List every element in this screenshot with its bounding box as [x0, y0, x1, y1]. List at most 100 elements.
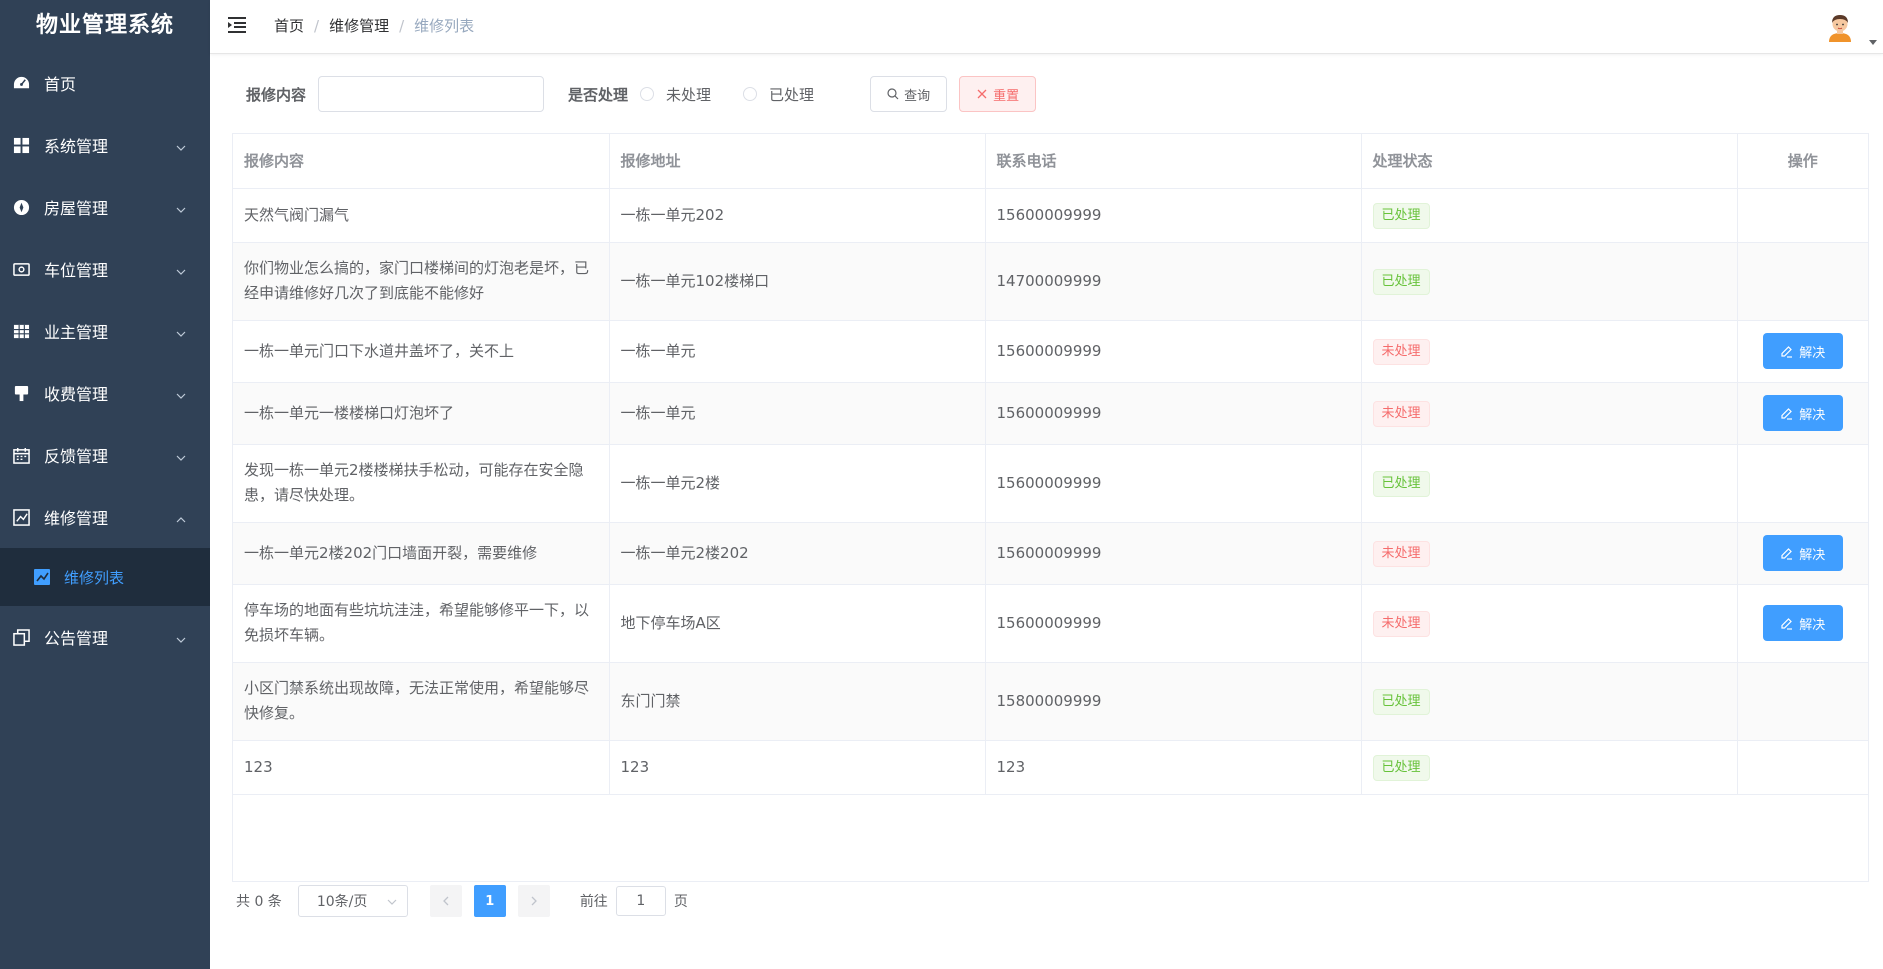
sidebar-item[interactable]: 收费管理	[0, 362, 210, 424]
sidebar-item[interactable]: 首页	[0, 52, 210, 114]
edit-icon	[1781, 617, 1793, 630]
cell-address: 一栋一单元202	[609, 188, 986, 243]
header-phone: 联系电话	[985, 134, 1362, 189]
cell-phone: 15600009999	[985, 444, 1362, 523]
cell-address: 一栋一单元2楼202	[609, 522, 986, 585]
avatar[interactable]	[1825, 12, 1855, 42]
sidebar-item-label: 车位管理	[44, 261, 109, 280]
cell-action	[1737, 444, 1868, 523]
sidebar-item[interactable]: 维修管理	[0, 486, 210, 548]
sidebar-item[interactable]: 反馈管理	[0, 424, 210, 486]
cell-content: 停车场的地面有些坑坑洼洼，希望能够修平一下，以免损坏车辆。	[233, 584, 610, 663]
radio-processed[interactable]: 已处理	[743, 84, 814, 105]
goto-page-input[interactable]	[615, 886, 666, 916]
cell-action: 解决	[1737, 382, 1868, 445]
grid-icon	[12, 136, 30, 154]
chevron-down-icon	[176, 386, 186, 399]
cell-address: 123	[609, 740, 986, 795]
solve-button-label: 解决	[1799, 406, 1826, 422]
solve-button[interactable]: 解决	[1762, 535, 1843, 571]
sidebar-item-label: 收费管理	[44, 385, 109, 404]
edit-icon	[1781, 407, 1793, 420]
chart-icon	[12, 508, 30, 526]
prev-page-button[interactable]	[429, 885, 462, 917]
cell-status: 已处理	[1361, 444, 1738, 523]
status-badge: 未处理	[1372, 610, 1430, 637]
pagination: 共 0 条 10条/页 1 前往 页	[236, 885, 688, 917]
sidebar-item-label: 反馈管理	[44, 447, 109, 466]
sidebar-item-label: 业主管理	[44, 323, 109, 342]
sidebar-subitem-repair-list[interactable]: 维修列表	[0, 548, 210, 606]
cell-content: 小区门禁系统出现故障，无法正常使用，希望能够尽快修复。	[233, 662, 610, 741]
chevron-up-icon	[176, 510, 186, 523]
cell-content: 发现一栋一单元2楼楼梯扶手松动，可能存在安全隐患，请尽快处理。	[233, 444, 610, 523]
reset-button[interactable]: 重置	[959, 76, 1037, 112]
status-badge: 已处理	[1372, 754, 1430, 781]
cell-phone: 14700009999	[985, 242, 1362, 321]
caret-down-icon[interactable]	[1868, 32, 1878, 45]
cell-status: 已处理	[1361, 242, 1738, 321]
table-row: 123 123 123 已处理	[233, 740, 1868, 795]
cell-action	[1737, 662, 1868, 741]
status-badge: 已处理	[1372, 688, 1430, 715]
cell-status: 已处理	[1361, 188, 1738, 243]
status-label: 是否处理	[568, 85, 629, 104]
page-size-select[interactable]: 10条/页	[297, 885, 408, 917]
breadcrumb-maintenance[interactable]: 维修管理	[329, 17, 389, 35]
page-number-current[interactable]: 1	[473, 885, 506, 917]
sidebar-item[interactable]: 车位管理	[0, 238, 210, 300]
table-row: 你们物业怎么搞的，家门口楼梯间的灯泡老是坏，已经申请维修好几次了到底能不能修好一…	[233, 242, 1868, 321]
cell-phone: 15600009999	[985, 320, 1362, 383]
breadcrumb: 首页 / 维修管理 / 维修列表	[274, 0, 474, 52]
cell-address: 一栋一单元	[609, 382, 986, 445]
solve-button[interactable]: 解决	[1762, 333, 1843, 369]
sidebar-item-label: 房屋管理	[44, 199, 109, 218]
edit-icon	[1781, 345, 1793, 358]
sidebar-item-label: 维修管理	[44, 509, 109, 528]
chevron-left-icon	[442, 896, 449, 906]
search-icon	[887, 88, 899, 100]
solve-button[interactable]: 解决	[1762, 395, 1843, 431]
next-page-button[interactable]	[517, 885, 550, 917]
radio-unprocessed[interactable]: 未处理	[640, 84, 711, 105]
table-row: 一栋一单元门口下水道井盖坏了，关不上 一栋一单元 15600009999 未处理 解决	[233, 320, 1868, 383]
search-form: 报修内容 是否处理 未处理 已处理 查询 重置	[246, 76, 1037, 112]
cell-content: 一栋一单元一楼楼梯口灯泡坏了	[233, 382, 610, 445]
hamburger-icon[interactable]	[228, 16, 248, 34]
solve-button-label: 解决	[1799, 344, 1826, 360]
repair-table: 报修内容 报修地址 联系电话 处理状态 操作 天然气阀门漏气 一栋一单元202 15…	[232, 133, 1869, 882]
content-search-input[interactable]	[318, 76, 545, 112]
status-badge: 未处理	[1372, 400, 1430, 427]
breadcrumb-home[interactable]: 首页	[274, 17, 304, 35]
cell-action	[1737, 242, 1868, 321]
cell-status: 未处理	[1361, 522, 1738, 585]
sidebar-item-label: 公告管理	[44, 629, 109, 648]
cell-content: 一栋一单元门口下水道井盖坏了，关不上	[233, 320, 610, 383]
table-row: 小区门禁系统出现故障，无法正常使用，希望能够尽快修复。 东门门禁 158000099…	[233, 662, 1868, 741]
sidebar-item[interactable]: 房屋管理	[0, 176, 210, 238]
sidebar-item[interactable]: 业主管理	[0, 300, 210, 362]
radio-circle[interactable]	[743, 87, 758, 101]
sidebar-item-label: 首页	[44, 75, 77, 94]
solve-button[interactable]: 解决	[1762, 605, 1843, 641]
table-row: 发现一栋一单元2楼楼梯扶手松动，可能存在安全隐患，请尽快处理。 一栋一单元2楼 15…	[233, 444, 1868, 523]
cell-phone: 123	[985, 740, 1362, 795]
sidebar: 物业管理系统 首页系统管理房屋管理车位管理业主管理收费管理反馈管理维修管理维修列…	[0, 0, 210, 969]
total-count: 共 0 条	[236, 894, 282, 910]
sidebar-item[interactable]: 公告管理	[0, 606, 210, 668]
cell-address: 一栋一单元2楼	[609, 444, 986, 523]
radio-processed-label: 已处理	[769, 85, 815, 104]
status-badge: 已处理	[1372, 470, 1430, 497]
chart-filled-icon	[34, 569, 50, 585]
page-size-value: 10条/页	[316, 894, 368, 910]
solve-button-label: 解决	[1799, 546, 1826, 562]
breadcrumb-separator: /	[399, 17, 405, 35]
header-address: 报修地址	[609, 134, 986, 189]
query-button[interactable]: 查询	[870, 76, 948, 112]
cell-action: 解决	[1737, 584, 1868, 663]
app-title: 物业管理系统	[35, 13, 174, 38]
radio-unprocessed-label: 未处理	[666, 85, 712, 104]
radio-circle[interactable]	[640, 87, 655, 101]
status-badge: 未处理	[1372, 338, 1430, 365]
sidebar-item[interactable]: 系统管理	[0, 114, 210, 176]
